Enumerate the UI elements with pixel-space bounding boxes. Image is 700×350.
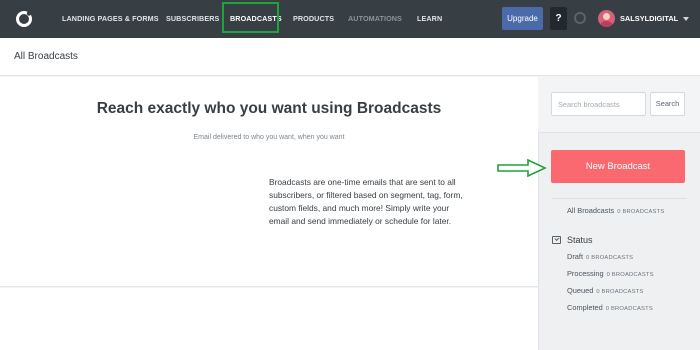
page-title: All Broadcasts [14, 51, 78, 62]
nav-automations[interactable]: AUTOMATIONS [348, 0, 402, 38]
help-icon[interactable]: ? [550, 7, 567, 30]
filter-processing[interactable]: Processing 0 BROADCASTS [567, 269, 654, 278]
nav-learn[interactable]: LEARN [417, 0, 442, 38]
filter-label: All Broadcasts [567, 206, 615, 215]
search-button[interactable]: Search [650, 92, 685, 116]
status-icon [552, 236, 561, 244]
new-broadcast-button[interactable]: New Broadcast [551, 150, 685, 183]
nav-landing-pages-forms[interactable]: LANDING PAGES & FORMS [62, 0, 159, 38]
filter-count: 0 BROADCASTS [605, 306, 653, 312]
page-header: All Broadcasts [0, 38, 700, 76]
logo-icon[interactable] [14, 9, 34, 29]
search-input[interactable] [551, 92, 646, 116]
content-footer-area [0, 288, 538, 350]
filter-draft[interactable]: Draft 0 BROADCASTS [567, 252, 633, 261]
sidebar-divider [552, 198, 687, 199]
filter-label: Completed [567, 303, 603, 312]
status-heading: Status [567, 235, 593, 245]
empty-state-description: Broadcasts are one-time emails that are … [269, 177, 463, 226]
top-nav: LANDING PAGES & FORMS SUBSCRIBERS BROADC… [0, 0, 700, 38]
filter-count: 0 BROADCASTS [617, 209, 665, 215]
upgrade-button[interactable]: Upgrade [502, 7, 543, 30]
empty-state-title: Reach exactly who you want using Broadca… [96, 100, 442, 117]
filter-label: Draft [567, 252, 584, 261]
avatar[interactable] [598, 10, 615, 27]
filter-count: 0 BROADCASTS [596, 289, 644, 295]
empty-state-subtitle: Email delivered to who you want, when yo… [193, 134, 345, 141]
nav-subscribers[interactable]: SUBSCRIBERS [166, 0, 219, 38]
filter-completed[interactable]: Completed 0 BROADCASTS [567, 303, 653, 312]
caret-down-icon[interactable] [683, 17, 689, 21]
nav-products[interactable]: PRODUCTS [293, 0, 334, 38]
username[interactable]: SALSYLDIGITAL [620, 0, 678, 38]
filter-label: Queued [567, 286, 594, 295]
filter-label: Processing [567, 269, 604, 278]
highlight-annotation-box [222, 2, 279, 33]
filter-all-broadcasts[interactable]: All Broadcasts 0 BROADCASTS [567, 206, 664, 215]
loading-icon [574, 12, 586, 24]
filter-queued[interactable]: Queued 0 BROADCASTS [567, 286, 644, 295]
filter-count: 0 BROADCASTS [606, 272, 654, 278]
filter-count: 0 BROADCASTS [586, 255, 634, 261]
arrow-right-icon [497, 158, 547, 178]
